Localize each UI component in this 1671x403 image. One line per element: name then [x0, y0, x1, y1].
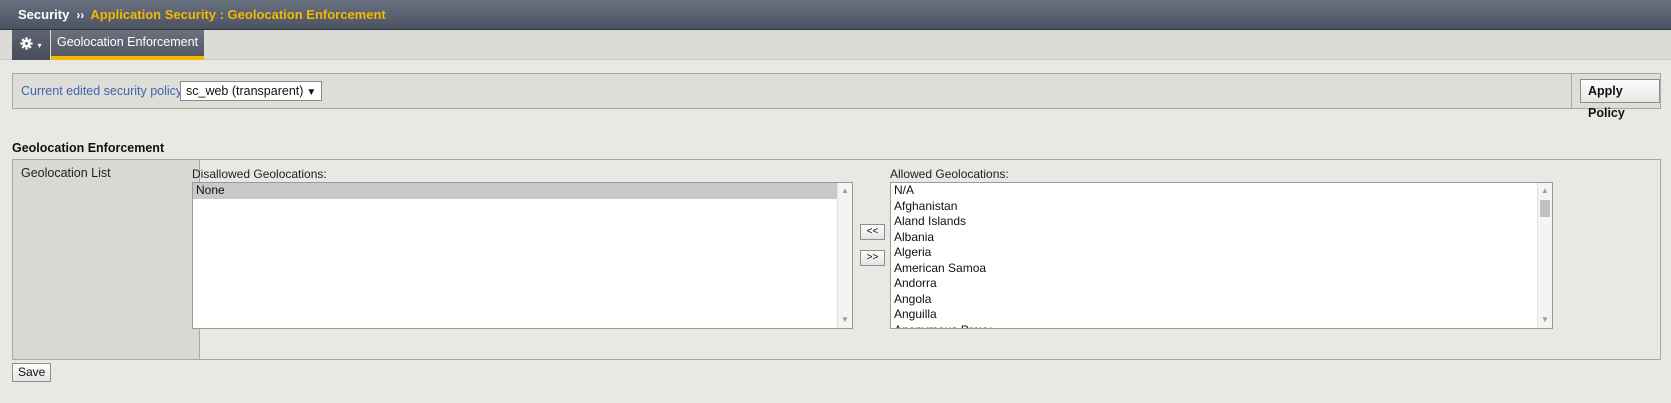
dropdown-arrow-icon: ▼ — [306, 87, 317, 98]
scroll-down-icon[interactable]: ▼ — [1538, 313, 1552, 327]
list-item[interactable]: Andorra — [891, 276, 1552, 292]
scroll-up-icon[interactable]: ▲ — [838, 184, 852, 198]
list-item[interactable]: None — [193, 183, 852, 199]
policy-label[interactable]: Current edited security policy — [21, 84, 182, 98]
list-item[interactable]: N/A — [891, 183, 1552, 199]
disallowed-geolocations-list[interactable]: None ▲ ▼ — [192, 182, 853, 329]
policy-select-value: sc_web (transparent) — [186, 84, 304, 98]
breadcrumb-separator: ›› — [76, 7, 85, 22]
move-right-button[interactable]: >> — [860, 250, 885, 266]
list-item[interactable]: Angola — [891, 292, 1552, 308]
divider — [1571, 74, 1572, 108]
list-item[interactable]: Anonymous Proxy — [891, 323, 1552, 329]
tab-geolocation-enforcement[interactable]: Geolocation Enforcement — [51, 30, 205, 60]
apply-policy-button[interactable]: Apply Policy — [1580, 79, 1660, 120]
list-item[interactable]: Algeria — [891, 245, 1552, 261]
geolocation-list-label: Geolocation List — [21, 166, 111, 180]
list-item[interactable]: Afghanistan — [891, 199, 1552, 215]
list-item[interactable]: American Samoa — [891, 261, 1552, 277]
gear-menu-button[interactable]: ▾ — [12, 30, 50, 60]
move-left-button[interactable]: << — [860, 224, 885, 240]
list-item[interactable]: Anguilla — [891, 307, 1552, 323]
policy-select[interactable]: sc_web (transparent) ▼ — [180, 81, 323, 101]
breadcrumb: Security ›› Application Security : Geolo… — [0, 0, 1671, 30]
policy-bar: Current edited security policy sc_web (t… — [12, 73, 1661, 120]
tab-bar: ▾ Geolocation Enforcement — [0, 30, 1671, 60]
scrollbar[interactable]: ▲ ▼ — [837, 183, 852, 328]
scroll-thumb[interactable] — [1540, 200, 1550, 217]
row-label-cell: Geolocation List — [13, 160, 200, 359]
chevron-down-icon: ▾ — [37, 40, 42, 50]
list-item[interactable]: Aland Islands — [891, 214, 1552, 230]
list-item[interactable]: Albania — [891, 230, 1552, 246]
disallowed-caption: Disallowed Geolocations: — [192, 167, 327, 181]
save-button[interactable]: Save — [12, 363, 52, 382]
allowed-caption: Allowed Geolocations: — [890, 167, 1009, 181]
gear-icon — [20, 37, 34, 53]
breadcrumb-root[interactable]: Security — [18, 7, 69, 22]
scrollbar[interactable]: ▲ ▼ — [1537, 183, 1552, 328]
scroll-up-icon[interactable]: ▲ — [1538, 184, 1552, 198]
scroll-down-icon[interactable]: ▼ — [838, 313, 852, 327]
geolocation-list-panel: Geolocation List Disallowed Geolocations… — [12, 159, 1661, 360]
breadcrumb-current: Application Security : Geolocation Enfor… — [90, 7, 386, 22]
section-title: Geolocation Enforcement — [12, 141, 165, 155]
allowed-geolocations-list[interactable]: N/A Afghanistan Aland Islands Albania Algeri… — [890, 182, 1553, 329]
